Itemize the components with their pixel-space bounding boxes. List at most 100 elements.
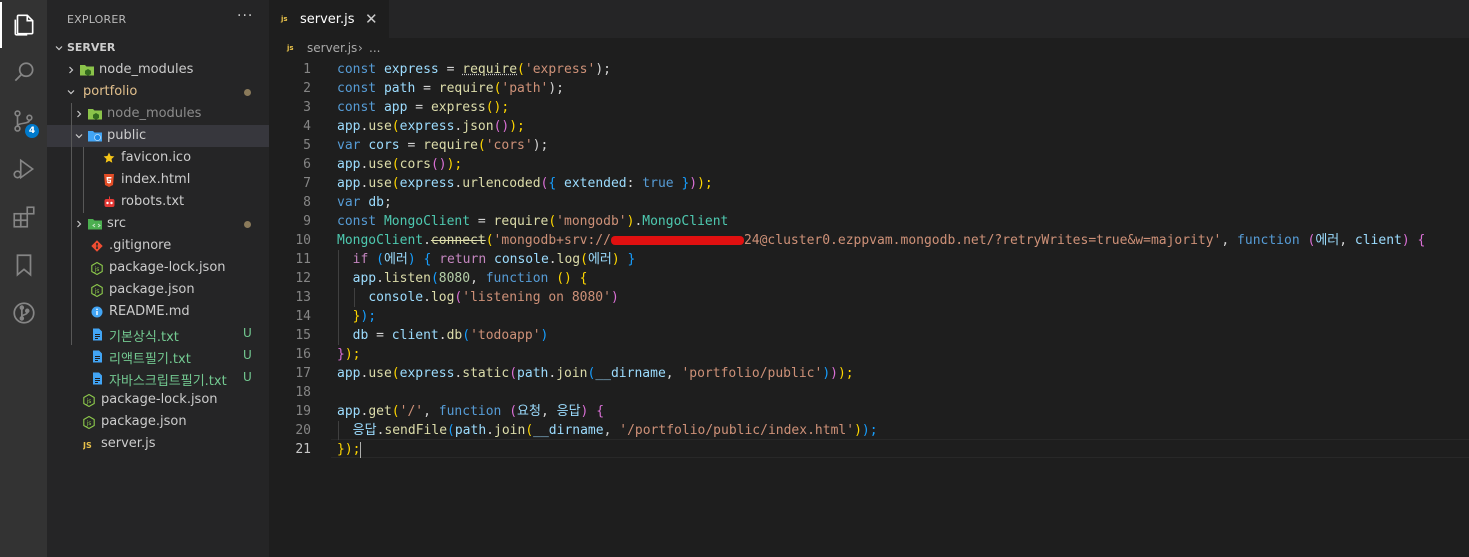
- file-package-lock-json[interactable]: js package-lock.json: [47, 389, 269, 411]
- file-robots-txt[interactable]: robots.txt: [47, 191, 269, 213]
- breadcrumb: js server.js › ...: [269, 38, 1469, 60]
- file-readme-md[interactable]: README.md: [47, 301, 269, 323]
- line-number: 6: [303, 157, 311, 172]
- tab-bar: js server.js ✕: [269, 0, 1469, 38]
- activity-bar: 4: [0, 0, 47, 557]
- line-number: 17: [295, 366, 311, 381]
- folder-src[interactable]: src: [47, 213, 269, 235]
- chevron-down-icon: [63, 81, 79, 103]
- line-number: 7: [303, 176, 311, 191]
- file-package-lock-json[interactable]: js package-lock.json: [47, 257, 269, 279]
- tree-item-label: node_modules: [99, 62, 194, 77]
- code-line-11: if (에러) { return console.log(에러) }: [352, 252, 636, 267]
- code-line-3: const app = express();: [337, 100, 510, 115]
- node-icon: js: [81, 392, 97, 408]
- file-txt[interactable]: 리액트필기.txt U: [47, 345, 269, 367]
- breadcrumb-file[interactable]: server.js: [307, 41, 357, 55]
- code-line-16: });: [337, 347, 361, 362]
- code-line-19: app.get('/', function (요청, 응답) {: [337, 404, 605, 419]
- file-server-js[interactable]: JS server.js: [47, 433, 269, 455]
- folder-public[interactable]: public: [47, 125, 269, 147]
- more-actions-icon[interactable]: ···: [237, 8, 253, 24]
- folder-icon: [87, 128, 103, 144]
- source-control-icon[interactable]: [0, 98, 47, 144]
- redacted-credentials: [610, 236, 744, 245]
- text-file-icon: [89, 370, 105, 386]
- file-txt[interactable]: 기본상식.txt U: [47, 323, 269, 345]
- tree-item-label: favicon.ico: [121, 150, 192, 165]
- explorer-icon[interactable]: [0, 2, 47, 48]
- text-cursor: [360, 441, 362, 458]
- tree-item-label: package-lock.json: [101, 392, 218, 407]
- file-txt[interactable]: 자바스크립트필기.txt U: [47, 367, 269, 389]
- run-debug-icon[interactable]: [0, 146, 47, 192]
- file-gitignore[interactable]: .gitignore: [47, 235, 269, 257]
- js-file-icon: js: [287, 44, 294, 52]
- chevron-right-icon: [63, 59, 79, 81]
- folder-node-modules[interactable]: node_modules: [47, 59, 269, 81]
- tree-item-label: 기본상식.txt: [109, 330, 179, 345]
- tree-item-label: package-lock.json: [109, 260, 226, 275]
- tree-item-label: package.json: [101, 414, 187, 429]
- tab-server-js[interactable]: js server.js ✕: [269, 0, 389, 38]
- code-line-7: app.use(express.urlencoded({ extended: t…: [337, 176, 713, 191]
- node-icon: js: [89, 260, 105, 276]
- line-number: 10: [295, 233, 311, 248]
- bookmarks-icon[interactable]: [0, 242, 47, 288]
- modified-dot: [244, 221, 251, 228]
- tree-item-label: package.json: [109, 282, 195, 297]
- folder-portfolio[interactable]: portfolio: [47, 81, 269, 103]
- code-line-4: app.use(express.json());: [337, 119, 525, 134]
- git-icon: [89, 238, 105, 254]
- breadcrumb-separator: ›: [358, 41, 363, 55]
- tab-label: server.js: [300, 12, 355, 27]
- node-icon: js: [89, 282, 105, 298]
- chevron-down-icon: [71, 125, 87, 147]
- line-number: 9: [303, 214, 311, 229]
- line-number: 11: [295, 252, 311, 267]
- code-line-21: });: [337, 441, 362, 458]
- robot-icon: [101, 194, 117, 210]
- git-status-badge: U: [243, 370, 252, 384]
- file-package-json[interactable]: js package.json: [47, 279, 269, 301]
- search-icon[interactable]: [0, 50, 47, 96]
- file-favicon-ico[interactable]: favicon.ico: [47, 147, 269, 169]
- code-line-8: var db;: [337, 195, 392, 210]
- tree-item-label: node_modules: [107, 106, 202, 121]
- code-line-15: db = client.db('todoapp'): [352, 328, 549, 343]
- tree-item-label: .gitignore: [109, 238, 172, 253]
- git-status-badge: U: [243, 326, 252, 340]
- file-index-html[interactable]: index.html: [47, 169, 269, 191]
- source-control-badge: 4: [25, 124, 39, 138]
- node-icon: js: [81, 414, 97, 430]
- line-number: 18: [295, 385, 311, 400]
- modified-dot: [244, 89, 251, 96]
- line-number: 15: [295, 328, 311, 343]
- text-file-icon: [89, 348, 105, 364]
- line-number: 20: [295, 423, 311, 438]
- tree-item-label: 자바스크립트필기.txt: [109, 374, 227, 389]
- file-package-json[interactable]: js package.json: [47, 411, 269, 433]
- code-line-2: const path = require('path');: [337, 81, 565, 96]
- folder-node-modules[interactable]: node_modules: [47, 103, 269, 125]
- svg-text:JS: JS: [83, 441, 92, 450]
- js-icon: JS: [81, 436, 97, 452]
- workspace-root-label: SERVER: [67, 41, 116, 54]
- folder-icon: [79, 62, 95, 78]
- line-number: 14: [295, 309, 311, 324]
- code-line-14: });: [352, 309, 377, 324]
- git-graph-icon[interactable]: [0, 290, 47, 336]
- code-editor[interactable]: 1 2 3 4 5 6 7 8 9 10 11 12 13 14 15 16 17 18 19 20 21 const …: [269, 60, 1469, 557]
- line-number: 2: [303, 81, 311, 96]
- line-number: 4: [303, 119, 311, 134]
- workspace-root[interactable]: SERVER: [47, 37, 269, 59]
- svg-text:js: js: [94, 288, 100, 295]
- line-number: 5: [303, 138, 311, 153]
- breadcrumb-symbols[interactable]: ...: [369, 41, 380, 55]
- close-icon[interactable]: ✕: [365, 10, 378, 28]
- star-icon: [101, 150, 117, 166]
- line-number: 8: [303, 195, 311, 210]
- extensions-icon[interactable]: [0, 194, 47, 240]
- tree-item-label: 리액트필기.txt: [109, 352, 191, 367]
- tree-item-label: public: [107, 128, 147, 143]
